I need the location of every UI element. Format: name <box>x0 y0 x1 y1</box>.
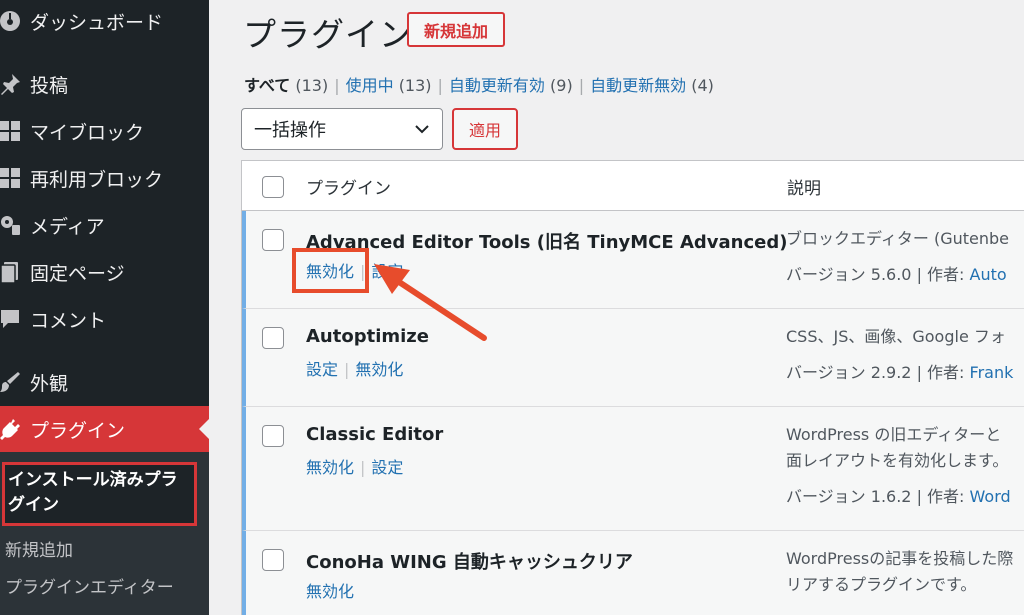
main-content: プラグイン 新規追加 すべて (13) | 使用中 (13) | 自動更新有効 (9) |… <box>209 0 1024 615</box>
plugin-description: CSS、JS、画像、Google フォ <box>786 327 1006 346</box>
select-all-checkbox[interactable] <box>262 176 284 198</box>
plugin-filters: すべて (13) | 使用中 (13) | 自動更新有効 (9) | 自動更新無効 (4) <box>244 76 714 95</box>
pin-icon <box>0 72 28 96</box>
column-description: 説明 <box>787 179 821 199</box>
plugins-table: プラグイン 説明 Advanced Editor Tools (旧名 TinyM… <box>241 160 1024 615</box>
plugin-description: WordPressの記事を投稿した際 <box>786 549 1014 568</box>
page-title: プラグイン <box>243 15 413 54</box>
menu-comments[interactable]: コメント <box>0 296 209 342</box>
row-checkbox[interactable] <box>262 327 284 349</box>
table-header: プラグイン 説明 <box>242 161 1024 211</box>
settings-link[interactable]: 設定 <box>371 458 403 477</box>
add-new-button[interactable]: 新規追加 <box>407 12 505 47</box>
plugin-name: Classic Editor <box>306 424 444 445</box>
media-icon <box>0 213 28 237</box>
row-checkbox[interactable] <box>262 425 284 447</box>
menu-my-blocks[interactable]: マイブロック <box>0 108 209 154</box>
deactivate-link[interactable]: 無効化 <box>306 458 354 477</box>
row-actions: 設定 | 無効化 <box>306 360 404 379</box>
admin-sidebar: ダッシュボード 投稿 マイブロック 再利用ブロック メディア 固定ページ コメン… <box>0 0 209 615</box>
author-link[interactable]: Auto <box>970 265 1007 284</box>
grid-icon <box>0 166 28 190</box>
submenu-installed-plugins[interactable]: インストール済みプラグイン <box>2 462 197 526</box>
deactivate-link[interactable]: 無効化 <box>306 582 354 601</box>
row-checkbox[interactable] <box>262 229 284 251</box>
row-actions: 無効化 <box>306 578 354 602</box>
plug-icon <box>0 417 28 441</box>
annotation-arrow-icon <box>374 264 487 341</box>
comment-icon <box>0 307 28 331</box>
deactivate-link[interactable]: 無効化 <box>355 360 403 379</box>
dashboard-icon <box>0 9 28 33</box>
row-checkbox[interactable] <box>262 549 284 571</box>
plugin-name: ConoHa WING 自動キャッシュクリア <box>306 552 633 573</box>
chevron-down-icon <box>415 125 429 134</box>
menu-posts[interactable]: 投稿 <box>0 61 209 107</box>
menu-appearance[interactable]: 外観 <box>0 359 209 405</box>
filter-auto-update-enabled[interactable]: 自動更新有効 <box>449 76 545 95</box>
filter-active[interactable]: 使用中 <box>346 76 394 95</box>
apply-button[interactable]: 適用 <box>452 108 518 150</box>
table-row: Classic Editor 無効化 | 設定 WordPress の旧エディターと… <box>242 407 1024 531</box>
column-plugin: プラグイン <box>306 179 391 199</box>
menu-plugins[interactable]: プラグイン <box>0 406 209 452</box>
menu-media[interactable]: メディア <box>0 202 209 248</box>
bulk-action-select[interactable]: 一括操作 <box>241 108 443 150</box>
filter-auto-update-disabled[interactable]: 自動更新無効 <box>590 76 686 95</box>
menu-reusable-blocks[interactable]: 再利用ブロック <box>0 155 209 201</box>
menu-dashboard[interactable]: ダッシュボード <box>0 0 209 44</box>
table-row: ConoHa WING 自動キャッシュクリア 無効化 WordPressの記事を… <box>242 531 1024 615</box>
submenu-add-new[interactable]: 新規追加 <box>5 536 73 561</box>
plugin-description-line2: 面レイアウトを有効化します。 <box>786 451 1009 470</box>
author-link[interactable]: Frank <box>970 363 1014 382</box>
filter-all-count: (13) <box>295 76 329 95</box>
filter-all[interactable]: すべて <box>244 76 290 95</box>
filter-auto-on-count: (9) <box>550 76 573 95</box>
submenu-plugin-editor[interactable]: プラグインエディター <box>5 573 174 598</box>
plugin-description-line2: リアするプラグインです。 <box>786 575 977 594</box>
page-icon <box>0 260 28 284</box>
settings-link[interactable]: 設定 <box>306 360 338 379</box>
menu-pages[interactable]: 固定ページ <box>0 249 209 295</box>
plugin-version: バージョン 2.9.2 | 作者: Frank <box>786 363 1014 382</box>
filter-auto-off-count: (4) <box>691 76 714 95</box>
filter-active-count: (13) <box>398 76 432 95</box>
row-actions: 無効化|設定 <box>306 458 404 477</box>
plugin-version: バージョン 5.6.0 | 作者: Auto <box>786 265 1007 284</box>
annotation-highlight-box <box>292 248 369 293</box>
plugin-description: ブロックエディター (Gutenbe <box>786 229 1010 248</box>
brush-icon <box>0 370 28 394</box>
plugin-description: WordPress の旧エディターと <box>786 425 1002 444</box>
author-link[interactable]: Word <box>970 487 1011 506</box>
plugin-version: バージョン 1.6.2 | 作者: Word <box>786 487 1011 506</box>
bulk-action-label: 一括操作 <box>254 120 326 141</box>
grid-icon <box>0 119 28 143</box>
